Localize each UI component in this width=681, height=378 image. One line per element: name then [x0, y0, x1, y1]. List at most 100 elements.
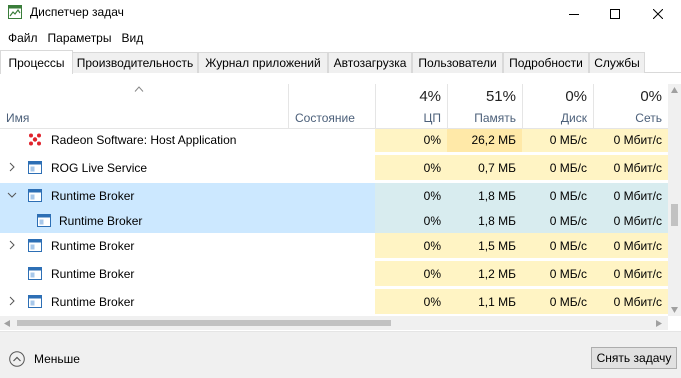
- menu-view[interactable]: Вид: [117, 29, 147, 47]
- process-name: Runtime Broker: [51, 188, 135, 203]
- column-cpu[interactable]: 4% ЦП: [375, 84, 447, 129]
- column-memory[interactable]: 51% Память: [447, 84, 522, 129]
- memory-value: 1,2 МБ: [447, 261, 522, 286]
- process-name: ROG Live Service: [51, 160, 148, 175]
- window-icon: [28, 161, 42, 174]
- cpu-value: 0%: [375, 155, 447, 180]
- memory-value: 1,8 МБ: [447, 208, 522, 233]
- tab-details[interactable]: Подробности: [503, 52, 589, 73]
- cpu-value: 0%: [375, 289, 447, 314]
- network-value: 0 Мбит/с: [593, 183, 668, 208]
- window-icon: [28, 295, 42, 308]
- network-total: 0%: [640, 88, 662, 105]
- column-status-label: Состояние: [295, 111, 355, 125]
- maximize-button[interactable]: [592, 0, 638, 27]
- process-name: Radeon Software: Host Application: [51, 132, 237, 147]
- table-row[interactable]: Runtime Broker 0% 1,8 МБ 0 МБ/с 0 Мбит/с: [0, 183, 668, 208]
- process-name: Runtime Broker: [51, 266, 135, 281]
- close-button[interactable]: [635, 0, 681, 27]
- cpu-value: 0%: [375, 208, 447, 233]
- network-value: 0 Мбит/с: [593, 155, 668, 180]
- network-value: 0 Мбит/с: [593, 208, 668, 233]
- network-value: 0 Мбит/с: [593, 233, 668, 258]
- table-row[interactable]: Runtime Broker 0% 1,1 МБ 0 МБ/с 0 Мбит/с: [0, 289, 668, 314]
- disk-value: 0 МБ/с: [522, 208, 593, 233]
- end-task-button[interactable]: Снять задачу: [591, 347, 677, 369]
- window-icon: [37, 214, 51, 227]
- disk-value: 0 МБ/с: [522, 155, 593, 180]
- column-network-label: Сеть: [635, 111, 662, 125]
- network-value: 0 Мбит/с: [593, 261, 668, 286]
- cpu-value: 0%: [375, 261, 447, 286]
- column-header: Имя Состояние 4% ЦП 51% Память 0% Диск 0…: [0, 84, 668, 129]
- tab-users[interactable]: Пользователи: [412, 52, 503, 73]
- memory-value: 26,2 МБ: [447, 129, 522, 152]
- window-title: Диспетчер задач: [30, 5, 124, 19]
- cpu-value: 0%: [375, 129, 447, 152]
- cpu-total: 4%: [419, 88, 441, 105]
- window-icon: [28, 239, 42, 252]
- menu-file[interactable]: Файл: [4, 29, 42, 47]
- scroll-up-icon[interactable]: [671, 87, 678, 93]
- column-disk-label: Диск: [560, 111, 587, 125]
- column-name-label: Имя: [6, 111, 30, 125]
- tab-performance[interactable]: Производительность: [72, 52, 198, 73]
- column-disk[interactable]: 0% Диск: [522, 84, 593, 129]
- process-name: Runtime Broker: [59, 213, 143, 228]
- cpu-value: 0%: [375, 183, 447, 208]
- process-list: Radeon Software: Host Application 0% 26,…: [0, 129, 668, 316]
- chevron-right-icon[interactable]: [7, 240, 17, 250]
- disk-value: 0 МБ/с: [522, 129, 593, 152]
- column-name[interactable]: Имя: [0, 84, 288, 129]
- table-row[interactable]: Radeon Software: Host Application 0% 26,…: [0, 129, 668, 152]
- maximize-icon: [610, 8, 620, 19]
- chevron-right-icon[interactable]: [7, 296, 17, 306]
- disk-value: 0 МБ/с: [522, 289, 593, 314]
- column-status[interactable]: Состояние: [288, 84, 375, 129]
- network-value: 0 Мбит/с: [593, 129, 668, 152]
- memory-value: 0,7 МБ: [447, 155, 522, 180]
- process-name: Runtime Broker: [51, 238, 135, 253]
- footer: Меньше Снять задачу: [0, 331, 681, 378]
- column-network[interactable]: 0% Сеть: [593, 84, 668, 129]
- task-manager-icon: [8, 5, 22, 19]
- table-row[interactable]: ROG Live Service 0% 0,7 МБ 0 МБ/с 0 Мбит…: [0, 155, 668, 180]
- memory-total: 51%: [485, 88, 516, 105]
- menu-options[interactable]: Параметры: [44, 29, 116, 47]
- table-row[interactable]: Runtime Broker 0% 1,5 МБ 0 МБ/с 0 Мбит/с: [0, 233, 668, 258]
- column-cpu-label: ЦП: [423, 111, 441, 125]
- disk-value: 0 МБ/с: [522, 233, 593, 258]
- tab-startup[interactable]: Автозагрузка: [328, 52, 412, 73]
- disk-value: 0 МБ/с: [522, 183, 593, 208]
- process-name: Runtime Broker: [51, 294, 135, 309]
- disk-value: 0 МБ/с: [522, 261, 593, 286]
- title-bar: Диспетчер задач: [0, 0, 681, 27]
- collapse-circle-icon[interactable]: [9, 351, 25, 367]
- tab-app-history[interactable]: Журнал приложений: [198, 52, 328, 73]
- memory-value: 1,5 МБ: [447, 233, 522, 258]
- menu-bar: Файл Параметры Вид: [0, 27, 681, 49]
- horizontal-scrollbar[interactable]: [0, 316, 668, 330]
- chevron-right-icon[interactable]: [7, 162, 17, 172]
- window-icon: [28, 267, 42, 280]
- table-row[interactable]: Runtime Broker 0% 1,8 МБ 0 МБ/с 0 Мбит/с: [0, 208, 668, 233]
- tab-bar: Процессы Производительность Журнал прило…: [0, 50, 681, 74]
- vertical-scrollbar[interactable]: [668, 84, 681, 316]
- memory-value: 1,1 МБ: [447, 289, 522, 314]
- vertical-scroll-thumb[interactable]: [671, 204, 678, 226]
- minimize-icon: [569, 13, 579, 15]
- cpu-value: 0%: [375, 233, 447, 258]
- tab-services[interactable]: Службы: [589, 52, 645, 73]
- scroll-down-icon[interactable]: [671, 307, 678, 313]
- tab-processes[interactable]: Процессы: [0, 50, 73, 74]
- horizontal-scroll-thumb[interactable]: [17, 320, 391, 326]
- close-icon: [653, 8, 663, 19]
- radeon-icon: [29, 133, 41, 146]
- chevron-down-icon[interactable]: [7, 190, 17, 200]
- table-row[interactable]: Runtime Broker 0% 1,2 МБ 0 МБ/с 0 Мбит/с: [0, 261, 668, 286]
- scroll-left-icon[interactable]: [4, 320, 10, 327]
- minimize-button[interactable]: [551, 0, 597, 27]
- scroll-right-icon[interactable]: [656, 320, 662, 327]
- fewer-details-link[interactable]: Меньше: [34, 352, 80, 366]
- memory-value: 1,8 МБ: [447, 183, 522, 208]
